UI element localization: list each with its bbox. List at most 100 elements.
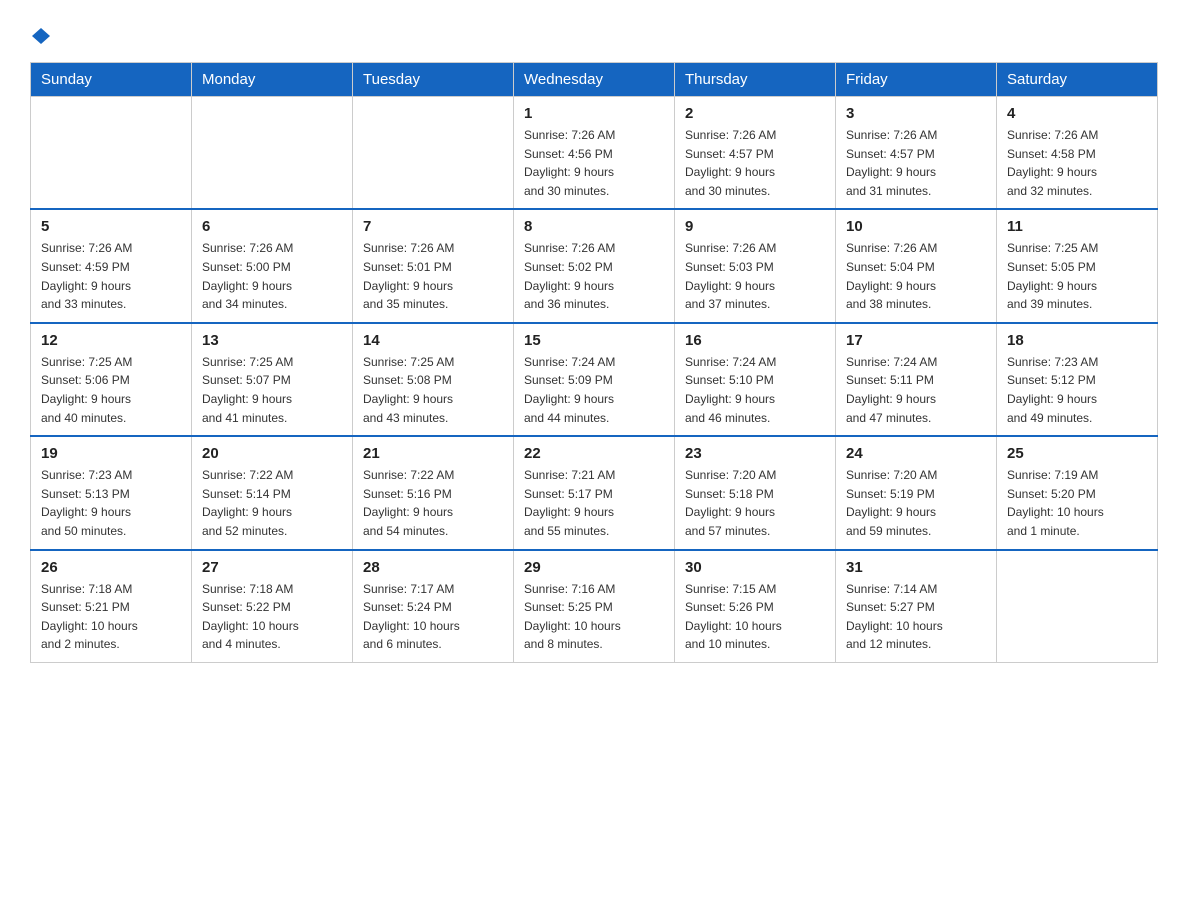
day-number: 6 [202, 218, 342, 235]
calendar-cell: 19 Sunrise: 7:23 AMSunset: 5:13 PMDayligh… [31, 436, 192, 549]
day-number: 31 [846, 559, 986, 576]
calendar-cell: 21 Sunrise: 7:22 AMSunset: 5:16 PMDayligh… [353, 436, 514, 549]
calendar-cell [997, 550, 1158, 663]
day-number: 20 [202, 445, 342, 462]
calendar-cell: 15 Sunrise: 7:24 AMSunset: 5:09 PMDayligh… [514, 323, 675, 436]
day-info: Sunrise: 7:23 AMSunset: 5:12 PMDaylight:… [1007, 353, 1147, 427]
calendar-cell: 5 Sunrise: 7:26 AMSunset: 4:59 PMDaylight… [31, 209, 192, 322]
day-info: Sunrise: 7:15 AMSunset: 5:26 PMDaylight:… [685, 580, 825, 654]
calendar-cell: 6 Sunrise: 7:26 AMSunset: 5:00 PMDaylight… [192, 209, 353, 322]
day-info: Sunrise: 7:26 AMSunset: 4:59 PMDaylight:… [41, 239, 181, 313]
day-number: 30 [685, 559, 825, 576]
day-info: Sunrise: 7:26 AMSunset: 5:03 PMDaylight:… [685, 239, 825, 313]
calendar-table: SundayMondayTuesdayWednesdayThursdayFrid… [30, 62, 1158, 663]
calendar-cell: 17 Sunrise: 7:24 AMSunset: 5:11 PMDayligh… [836, 323, 997, 436]
day-info: Sunrise: 7:24 AMSunset: 5:10 PMDaylight:… [685, 353, 825, 427]
calendar-cell: 26Sunrise: 7:18 AMSunset: 5:21 PMDayligh… [31, 550, 192, 663]
calendar-header-saturday: Saturday [997, 63, 1158, 97]
day-info: Sunrise: 7:22 AMSunset: 5:14 PMDaylight:… [202, 466, 342, 540]
day-number: 15 [524, 332, 664, 349]
day-number: 25 [1007, 445, 1147, 462]
day-info: Sunrise: 7:24 AMSunset: 5:09 PMDaylight:… [524, 353, 664, 427]
day-info: Sunrise: 7:20 AMSunset: 5:18 PMDaylight:… [685, 466, 825, 540]
day-number: 23 [685, 445, 825, 462]
day-info: Sunrise: 7:25 AMSunset: 5:08 PMDaylight:… [363, 353, 503, 427]
day-info: Sunrise: 7:26 AMSunset: 5:01 PMDaylight:… [363, 239, 503, 313]
calendar-header-friday: Friday [836, 63, 997, 97]
day-number: 14 [363, 332, 503, 349]
calendar-cell: 11 Sunrise: 7:25 AMSunset: 5:05 PMDayligh… [997, 209, 1158, 322]
calendar-cell: 12 Sunrise: 7:25 AMSunset: 5:06 PMDayligh… [31, 323, 192, 436]
calendar-header-sunday: Sunday [31, 63, 192, 97]
calendar-header-thursday: Thursday [675, 63, 836, 97]
day-info: Sunrise: 7:22 AMSunset: 5:16 PMDaylight:… [363, 466, 503, 540]
day-number: 11 [1007, 218, 1147, 235]
day-info: Sunrise: 7:23 AMSunset: 5:13 PMDaylight:… [41, 466, 181, 540]
calendar-cell: 14 Sunrise: 7:25 AMSunset: 5:08 PMDayligh… [353, 323, 514, 436]
day-number: 21 [363, 445, 503, 462]
calendar-cell: 28 Sunrise: 7:17 AMSunset: 5:24 PMDayligh… [353, 550, 514, 663]
calendar-cell [353, 97, 514, 210]
logo-icon [30, 28, 52, 44]
calendar-cell: 1 Sunrise: 7:26 AMSunset: 4:56 PMDaylight… [514, 97, 675, 210]
day-info: Sunrise: 7:25 AMSunset: 5:05 PMDaylight:… [1007, 239, 1147, 313]
day-info: Sunrise: 7:18 AMSunset: 5:21 PMDaylight:… [41, 580, 181, 654]
day-info: Sunrise: 7:26 AMSunset: 4:56 PMDaylight:… [524, 126, 664, 200]
day-number: 5 [41, 218, 181, 235]
calendar-cell: 30 Sunrise: 7:15 AMSunset: 5:26 PMDayligh… [675, 550, 836, 663]
day-info: Sunrise: 7:24 AMSunset: 5:11 PMDaylight:… [846, 353, 986, 427]
day-number: 19 [41, 445, 181, 462]
day-number: 2 [685, 105, 825, 122]
calendar-cell: 4 Sunrise: 7:26 AMSunset: 4:58 PMDaylight… [997, 97, 1158, 210]
calendar-cell: 29Sunrise: 7:16 AMSunset: 5:25 PMDayligh… [514, 550, 675, 663]
calendar-cell: 18 Sunrise: 7:23 AMSunset: 5:12 PMDayligh… [997, 323, 1158, 436]
calendar-cell: 20 Sunrise: 7:22 AMSunset: 5:14 PMDayligh… [192, 436, 353, 549]
day-number: 28 [363, 559, 503, 576]
calendar-cell [31, 97, 192, 210]
calendar-cell: 23 Sunrise: 7:20 AMSunset: 5:18 PMDayligh… [675, 436, 836, 549]
day-number: 4 [1007, 105, 1147, 122]
calendar-cell: 31Sunrise: 7:14 AMSunset: 5:27 PMDayligh… [836, 550, 997, 663]
day-number: 12 [41, 332, 181, 349]
day-number: 9 [685, 218, 825, 235]
day-info: Sunrise: 7:26 AMSunset: 5:00 PMDaylight:… [202, 239, 342, 313]
calendar-cell: 2 Sunrise: 7:26 AMSunset: 4:57 PMDaylight… [675, 97, 836, 210]
day-number: 10 [846, 218, 986, 235]
day-info: Sunrise: 7:26 AMSunset: 5:04 PMDaylight:… [846, 239, 986, 313]
day-number: 27 [202, 559, 342, 576]
day-info: Sunrise: 7:26 AMSunset: 5:02 PMDaylight:… [524, 239, 664, 313]
day-info: Sunrise: 7:21 AMSunset: 5:17 PMDaylight:… [524, 466, 664, 540]
day-number: 3 [846, 105, 986, 122]
calendar-cell: 24Sunrise: 7:20 AMSunset: 5:19 PMDayligh… [836, 436, 997, 549]
calendar-cell: 22 Sunrise: 7:21 AMSunset: 5:17 PMDayligh… [514, 436, 675, 549]
day-info: Sunrise: 7:26 AMSunset: 4:58 PMDaylight:… [1007, 126, 1147, 200]
day-info: Sunrise: 7:19 AMSunset: 5:20 PMDaylight:… [1007, 466, 1147, 540]
calendar-cell: 9 Sunrise: 7:26 AMSunset: 5:03 PMDaylight… [675, 209, 836, 322]
day-info: Sunrise: 7:26 AMSunset: 4:57 PMDaylight:… [846, 126, 986, 200]
calendar-week-row: 26Sunrise: 7:18 AMSunset: 5:21 PMDayligh… [31, 550, 1158, 663]
day-number: 22 [524, 445, 664, 462]
day-info: Sunrise: 7:17 AMSunset: 5:24 PMDaylight:… [363, 580, 503, 654]
calendar-week-row: 5 Sunrise: 7:26 AMSunset: 4:59 PMDaylight… [31, 209, 1158, 322]
day-info: Sunrise: 7:26 AMSunset: 4:57 PMDaylight:… [685, 126, 825, 200]
header [30, 20, 1158, 44]
calendar-cell: 10 Sunrise: 7:26 AMSunset: 5:04 PMDayligh… [836, 209, 997, 322]
day-info: Sunrise: 7:16 AMSunset: 5:25 PMDaylight:… [524, 580, 664, 654]
calendar-header-monday: Monday [192, 63, 353, 97]
day-number: 17 [846, 332, 986, 349]
calendar-header-tuesday: Tuesday [353, 63, 514, 97]
calendar-cell: 7 Sunrise: 7:26 AMSunset: 5:01 PMDaylight… [353, 209, 514, 322]
calendar-week-row: 19 Sunrise: 7:23 AMSunset: 5:13 PMDayligh… [31, 436, 1158, 549]
calendar-cell: 3 Sunrise: 7:26 AMSunset: 4:57 PMDaylight… [836, 97, 997, 210]
day-number: 7 [363, 218, 503, 235]
calendar-header-wednesday: Wednesday [514, 63, 675, 97]
day-number: 13 [202, 332, 342, 349]
calendar-cell: 8Sunrise: 7:26 AMSunset: 5:02 PMDaylight… [514, 209, 675, 322]
calendar-cell: 25 Sunrise: 7:19 AMSunset: 5:20 PMDayligh… [997, 436, 1158, 549]
calendar-cell: 16Sunrise: 7:24 AMSunset: 5:10 PMDayligh… [675, 323, 836, 436]
day-info: Sunrise: 7:25 AMSunset: 5:06 PMDaylight:… [41, 353, 181, 427]
day-number: 24 [846, 445, 986, 462]
day-number: 18 [1007, 332, 1147, 349]
calendar-cell: 13Sunrise: 7:25 AMSunset: 5:07 PMDayligh… [192, 323, 353, 436]
day-number: 1 [524, 105, 664, 122]
